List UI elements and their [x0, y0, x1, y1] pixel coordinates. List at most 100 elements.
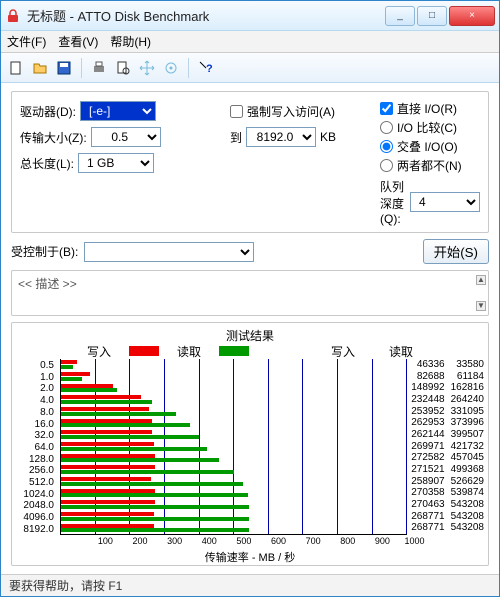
write-value: 268771: [411, 523, 444, 535]
scrollbar[interactable]: ▲▼: [476, 275, 486, 311]
maximize-button[interactable]: □: [417, 6, 447, 26]
svg-text:?: ?: [206, 63, 213, 75]
bar-row: [61, 452, 407, 464]
legend-write-label: 写入: [87, 343, 111, 360]
drive-label: 驱动器(D):: [20, 103, 76, 120]
read-bar: [61, 505, 249, 509]
x-tick: 500: [217, 536, 252, 548]
print-icon[interactable]: [90, 59, 108, 77]
read-bar: [61, 412, 176, 416]
write-bar: [61, 454, 155, 458]
xfer-unit-label: KB: [320, 130, 336, 144]
write-value: 262144: [411, 430, 444, 442]
write-value: 46336: [411, 360, 444, 372]
scroll-up-icon[interactable]: ▲: [476, 275, 486, 285]
bar-row: [61, 464, 407, 476]
bar-row: [61, 522, 407, 534]
menu-file[interactable]: 文件(F): [7, 33, 46, 50]
xfer-to-select[interactable]: 8192.0: [246, 127, 316, 147]
overlap-io-label: 交叠 I/O(O): [397, 138, 458, 155]
write-bar: [61, 465, 155, 469]
controlled-select[interactable]: [84, 242, 254, 262]
force-write-checkbox[interactable]: [230, 105, 243, 118]
read-bar: [61, 423, 190, 427]
description-box[interactable]: << 描述 >> ▲▼: [11, 270, 489, 316]
app-window: 无标题 - ATTO Disk Benchmark _ □ × 文件(F) 查看…: [0, 0, 500, 597]
direct-io-label: 直接 I/O(R): [397, 100, 457, 117]
app-icon: [5, 8, 21, 24]
menu-help[interactable]: 帮助(H): [110, 33, 151, 50]
titlebar: 无标题 - ATTO Disk Benchmark _ □ ×: [1, 1, 499, 31]
window-controls: _ □ ×: [385, 6, 495, 26]
separator-icon: [188, 58, 189, 78]
menubar: 文件(F) 查看(V) 帮助(H): [1, 31, 499, 53]
write-bar: [61, 372, 90, 376]
move-icon[interactable]: [138, 59, 156, 77]
new-icon[interactable]: [7, 59, 25, 77]
y-tick: 8.0: [16, 407, 54, 418]
x-tick: 400: [182, 536, 217, 548]
write-bar: [61, 477, 151, 481]
chart-title: 测试结果: [16, 327, 484, 343]
y-tick: 4.0: [16, 395, 54, 406]
read-value: 33580: [451, 360, 484, 372]
read-value: 543208: [451, 523, 484, 535]
write-value: 270463: [411, 500, 444, 512]
read-bar: [61, 528, 249, 532]
y-tick: 512.0: [16, 477, 54, 488]
window-title: 无标题 - ATTO Disk Benchmark: [27, 6, 385, 25]
values-table: 4633682688148992232448253952262953262144…: [411, 359, 484, 549]
scroll-down-icon[interactable]: ▼: [476, 301, 486, 311]
read-bar: [61, 517, 249, 521]
neither-radio[interactable]: [380, 159, 393, 172]
xfer-from-select[interactable]: 0.5: [91, 127, 161, 147]
legend-read-label: 读取: [177, 343, 201, 360]
save-icon[interactable]: [55, 59, 73, 77]
read-bar: [61, 377, 82, 381]
io-compare-label: I/O 比较(C): [397, 119, 457, 136]
read-bar: [61, 435, 199, 439]
queue-depth-select[interactable]: 4: [410, 192, 480, 212]
chart-main: 0.51.02.04.08.016.032.064.0128.0256.0512…: [16, 359, 484, 549]
force-write-label: 强制写入访问(A): [247, 103, 335, 120]
x-tick: 600: [251, 536, 286, 548]
read-value: 543208: [451, 500, 484, 512]
minimize-button[interactable]: _: [385, 6, 415, 26]
statusbar: 要获得帮助，请按 F1: [1, 574, 499, 596]
start-button[interactable]: 开始(S): [423, 239, 489, 264]
y-tick: 64.0: [16, 442, 54, 453]
target-icon[interactable]: [162, 59, 180, 77]
y-tick: 256.0: [16, 465, 54, 476]
drive-select[interactable]: [-e-]: [80, 101, 156, 121]
x-tick: 300: [148, 536, 183, 548]
y-tick: 2.0: [16, 383, 54, 394]
read-bar: [61, 458, 219, 462]
write-bar: [61, 430, 152, 434]
total-length-label: 总长度(L):: [20, 155, 74, 172]
close-button[interactable]: ×: [449, 6, 495, 26]
write-bar: [61, 407, 149, 411]
preview-icon[interactable]: [114, 59, 132, 77]
read-bar: [61, 482, 243, 486]
queue-depth-label: 队列深度(Q):: [380, 178, 406, 226]
bar-row: [61, 382, 407, 394]
controlled-row: 受控制于(B): 开始(S): [11, 239, 489, 264]
xfer-size-label: 传输大小(Z):: [20, 129, 87, 146]
write-bar: [61, 419, 152, 423]
x-tick: 900: [355, 536, 390, 548]
menu-view[interactable]: 查看(V): [58, 33, 98, 50]
bar-row: [61, 406, 407, 418]
y-tick: 128.0: [16, 454, 54, 465]
total-length-select[interactable]: 1 GB: [78, 153, 154, 173]
open-icon[interactable]: [31, 59, 49, 77]
direct-io-checkbox[interactable]: [380, 102, 393, 115]
bar-row: [61, 511, 407, 523]
y-tick: 0.5: [16, 360, 54, 371]
legend-read-swatch: [219, 346, 249, 356]
overlap-io-radio[interactable]: [380, 140, 393, 153]
io-compare-radio[interactable]: [380, 121, 393, 134]
help-icon[interactable]: ?: [197, 59, 215, 77]
params-panel: 驱动器(D): [-e-] 强制写入访问(A) 直接 I/O(R) I/O 比较…: [11, 91, 489, 233]
bar-row: [61, 417, 407, 429]
y-tick: 2048.0: [16, 500, 54, 511]
